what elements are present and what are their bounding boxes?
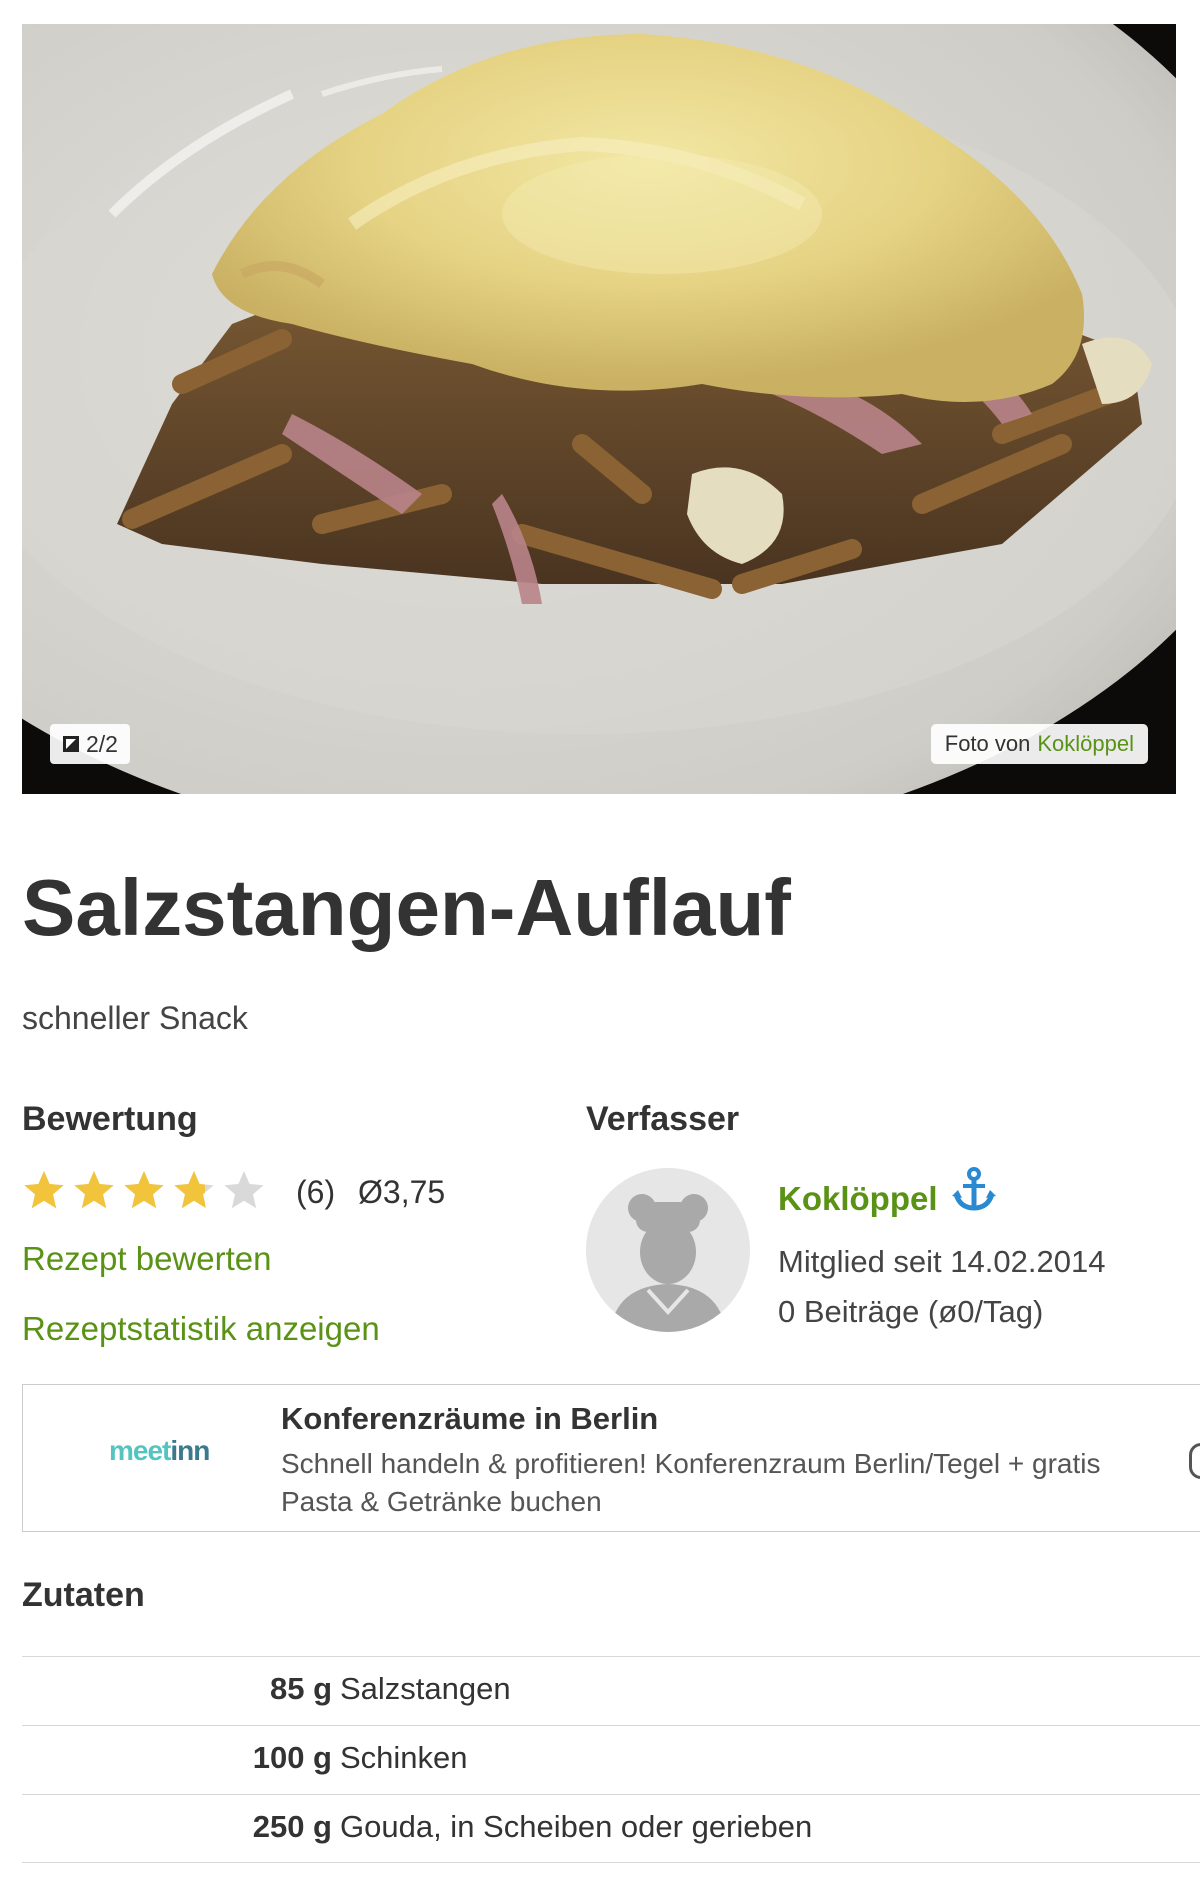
star-icon[interactable]	[222, 1168, 266, 1212]
photo-credit-author-link[interactable]: Koklöppel	[1037, 731, 1134, 757]
star-icon[interactable]	[122, 1168, 166, 1212]
ad-next-arrow-icon[interactable]	[1189, 1443, 1200, 1479]
recipe-photo[interactable]: 2/2 Foto von Koklöppel	[22, 24, 1176, 794]
author-heading: Verfasser	[586, 1100, 740, 1138]
author-name-link[interactable]: Koklöppel	[778, 1180, 938, 1218]
ingredients-divider	[22, 1862, 1200, 1863]
ad-logo-part-2: inn	[170, 1435, 210, 1466]
ingredient-name: Salzstangen	[340, 1671, 511, 1706]
casserole-image	[22, 24, 1176, 794]
ingredient-row: 250 g Gouda, in Scheiben oder gerieben	[22, 1794, 1200, 1863]
rate-recipe-link[interactable]: Rezept bewerten	[22, 1240, 271, 1278]
photo-credit-prefix: Foto von	[944, 731, 1031, 756]
ad-logo: meetinn	[109, 1435, 210, 1467]
ingredient-amount: 100 g	[252, 1740, 332, 1775]
ingredient-row: 100 g Schinken	[22, 1725, 1200, 1794]
recipe-stats-link[interactable]: Rezeptstatistik anzeigen	[22, 1310, 380, 1348]
rating-stars[interactable]	[22, 1168, 266, 1212]
star-icon[interactable]	[72, 1168, 116, 1212]
chef-avatar-icon	[586, 1168, 750, 1332]
author-post-count: 0 Beiträge (ø0/Tag)	[778, 1294, 1044, 1329]
photo-credit: Foto von Koklöppel	[930, 724, 1148, 764]
recipe-subtitle: schneller Snack	[22, 1000, 248, 1036]
ad-logo-part-1: meet	[109, 1435, 171, 1466]
ingredient-row: 85 g Salzstangen	[22, 1656, 1200, 1725]
star-icon[interactable]	[172, 1168, 216, 1212]
gallery-counter[interactable]: 2/2	[50, 724, 130, 764]
ingredient-name: Gouda, in Scheiben oder gerieben	[340, 1809, 813, 1844]
recipe-title: Salzstangen-Auflauf	[22, 863, 791, 952]
rating-count: (6)	[296, 1174, 336, 1210]
ingredients-heading: Zutaten	[22, 1576, 145, 1614]
ad-banner[interactable]: meetinn Konferenzräume in Berlin Schnell…	[22, 1384, 1200, 1532]
rating-heading: Bewertung	[22, 1100, 198, 1138]
gallery-counter-label: 2/2	[86, 730, 118, 757]
author-member-since: Mitglied seit 14.02.2014	[778, 1244, 1106, 1279]
anchor-icon	[952, 1167, 996, 1211]
author-avatar[interactable]	[586, 1168, 750, 1332]
rating-average: Ø3,75	[358, 1174, 446, 1210]
ingredient-amount: 85 g	[269, 1671, 332, 1706]
ad-text: Schnell handeln & profitieren! Konferenz…	[281, 1448, 1101, 1517]
ingredient-name: Schinken	[340, 1740, 468, 1775]
ad-title[interactable]: Konferenzräume in Berlin	[281, 1401, 658, 1437]
gallery-icon	[62, 735, 80, 753]
star-icon[interactable]	[22, 1168, 66, 1212]
ingredient-amount: 250 g	[252, 1809, 332, 1844]
